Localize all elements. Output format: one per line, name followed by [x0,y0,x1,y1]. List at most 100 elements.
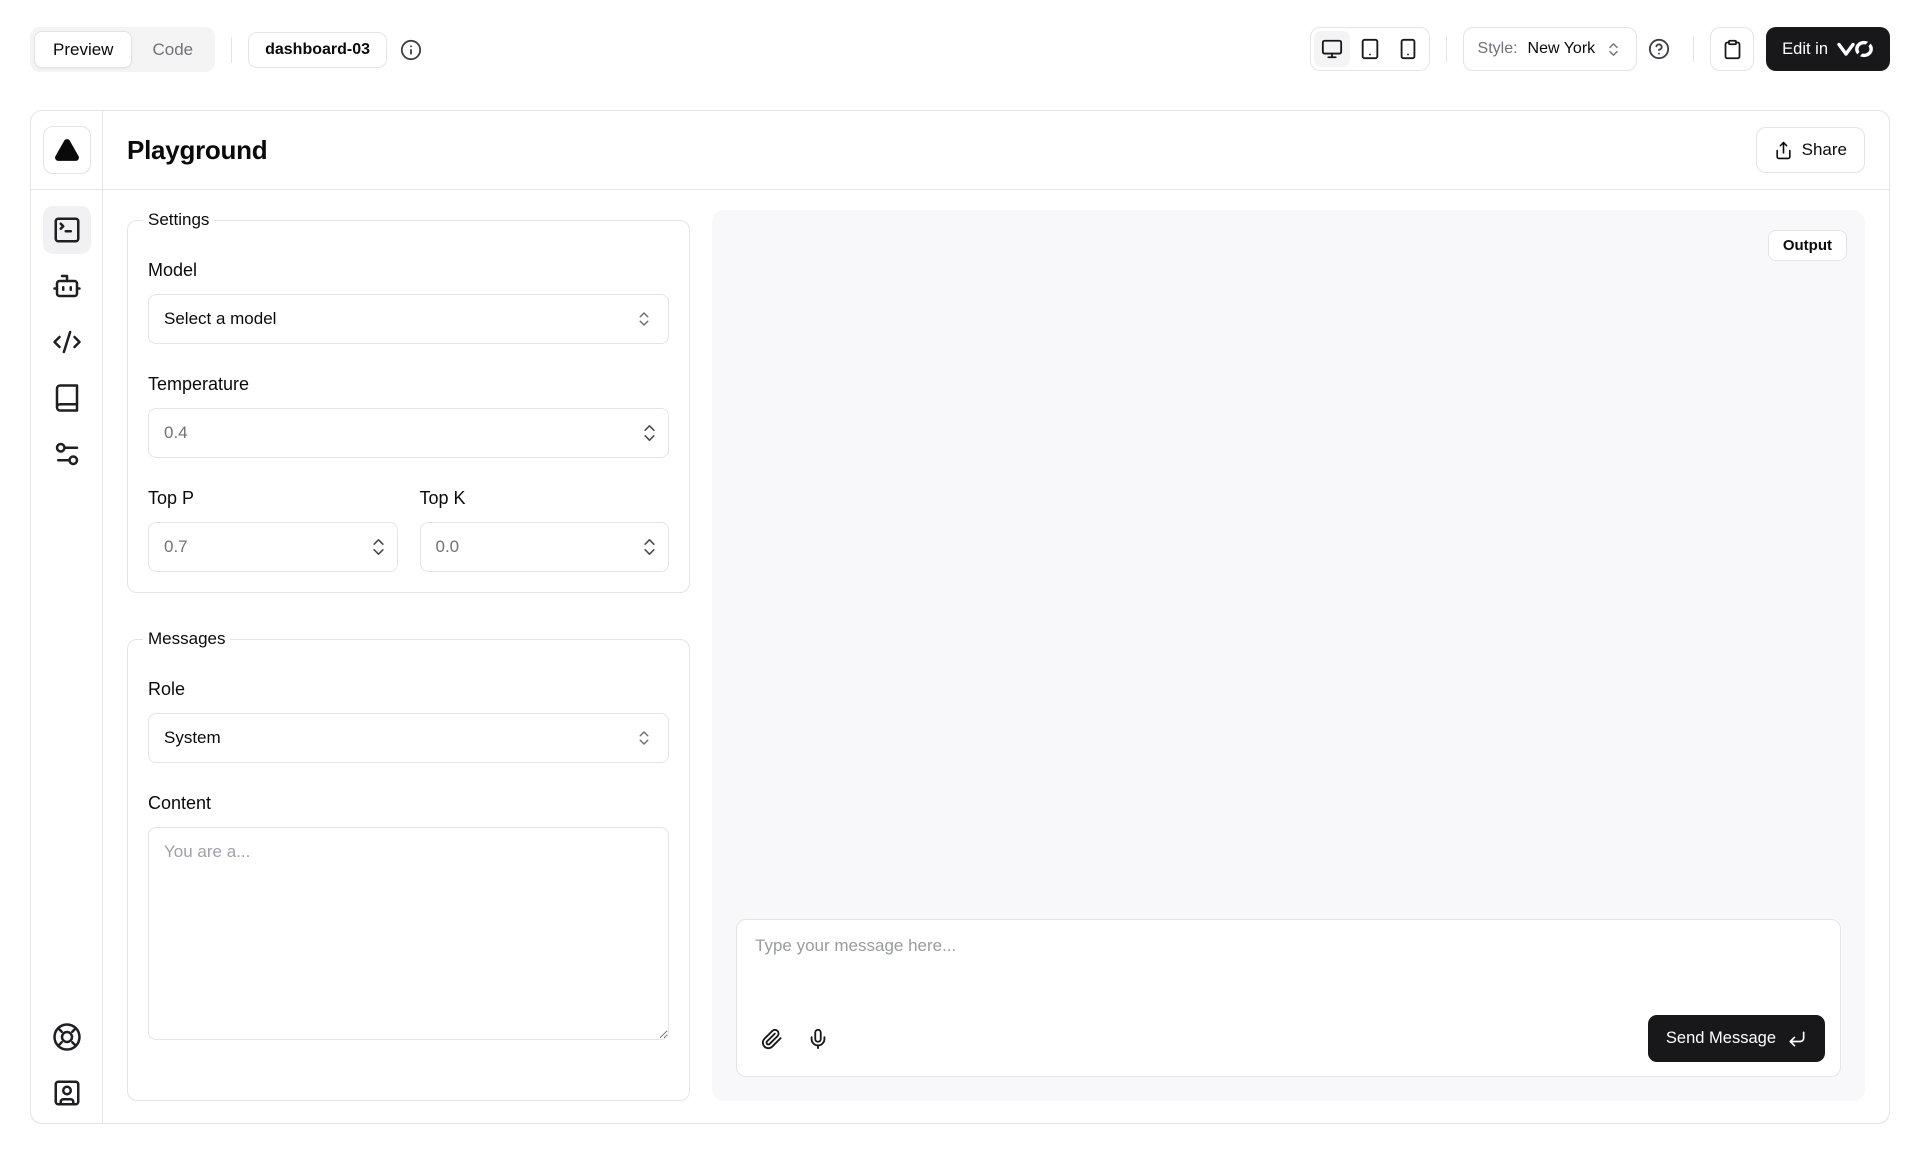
page-title: Playground [127,135,267,166]
role-field: Role System [148,679,669,763]
style-select[interactable]: Style: New York [1463,27,1638,71]
temperature-input[interactable] [148,408,669,458]
sidebar-nav-bottom [43,1013,91,1123]
edit-in-v0-button[interactable]: Edit in [1766,27,1890,71]
device-toggle-group [1310,27,1430,71]
block-name-badge: dashboard-03 [248,32,387,68]
clipboard-icon [1722,39,1743,60]
sidebar-nav [43,190,91,478]
help-circle-icon [1648,38,1670,60]
copy-code-button[interactable] [1710,27,1754,71]
life-buoy-icon [52,1022,82,1052]
top-p-k-row: Top P Top K [148,488,669,572]
tablet-view-button[interactable] [1352,31,1388,67]
number-stepper-icon[interactable] [643,538,656,556]
role-select-value: System [164,728,221,748]
sidebar-item-account[interactable] [43,1069,91,1117]
triangle-logo-icon [54,137,80,163]
temperature-field: Temperature [148,374,669,458]
settings-form: Settings Model Select a model Temperatur… [127,210,690,1101]
temperature-input-wrap [148,408,669,458]
preview-card: Playground Share Settings Model Select a… [30,110,1890,1124]
model-label: Model [148,260,669,281]
chevrons-up-down-icon [1605,41,1622,58]
share-button-label: Share [1802,140,1847,160]
info-icon [400,39,422,61]
style-help-button[interactable] [1641,31,1677,67]
toolbar-left: Preview Code dashboard-03 [30,27,429,72]
send-message-button[interactable]: Send Message [1648,1015,1825,1062]
toolbar-divider [1446,36,1447,62]
message-input[interactable] [737,920,1840,1015]
v0-logo-icon [1837,39,1874,59]
paperclip-icon [761,1028,783,1050]
toolbar-right: Style: New York Edit in [1310,27,1890,71]
output-panel: Output [712,210,1865,1101]
sidebar-item-settings[interactable] [43,430,91,478]
tab-code[interactable]: Code [134,31,211,68]
monitor-icon [1321,38,1343,60]
number-stepper-icon[interactable] [643,424,656,442]
settings-sliders-icon [52,439,82,469]
sidebar-item-models[interactable] [43,262,91,310]
share-button[interactable]: Share [1756,127,1865,173]
bot-icon [52,271,82,301]
top-k-field: Top K [420,488,670,572]
output-badge: Output [1768,230,1847,261]
top-p-label: Top P [148,488,398,509]
book-icon [52,383,82,413]
style-select-value: New York [1528,40,1596,58]
tab-preview[interactable]: Preview [34,31,132,68]
edit-in-v0-label: Edit in [1782,40,1828,59]
content-area: Playground Share Settings Model Select a… [103,111,1889,1123]
model-select-value: Select a model [164,309,276,329]
page-header: Playground Share [103,111,1889,190]
chevrons-up-down-icon [635,310,653,328]
attach-file-button[interactable] [752,1019,792,1059]
number-stepper-icon[interactable] [372,538,385,556]
phone-view-button[interactable] [1390,31,1426,67]
model-select[interactable]: Select a model [148,294,669,344]
square-user-icon [52,1078,82,1108]
use-microphone-button[interactable] [798,1019,838,1059]
toolbar-divider [1693,36,1694,62]
content-field: Content [148,793,669,1045]
messages-fieldset: Messages Role System Content [127,629,690,1101]
chevrons-up-down-icon [635,729,653,747]
top-k-input-wrap [420,522,670,572]
smartphone-icon [1397,38,1419,60]
content-textarea[interactable] [148,827,669,1040]
top-k-input[interactable] [420,522,670,572]
toolbar-divider [231,37,232,63]
top-toolbar: Preview Code dashboard-03 [0,0,1920,110]
model-field: Model Select a model [148,260,669,344]
top-p-field: Top P [148,488,398,572]
top-k-label: Top K [420,488,670,509]
share-icon [1774,141,1793,160]
settings-fieldset: Settings Model Select a model Temperatur… [127,210,690,593]
settings-legend: Settings [143,210,214,230]
view-toggle: Preview Code [30,27,215,72]
sidebar-item-api[interactable] [43,318,91,366]
desktop-view-button[interactable] [1314,31,1350,67]
role-label: Role [148,679,669,700]
role-select[interactable]: System [148,713,669,763]
block-info-button[interactable] [393,32,429,68]
messages-legend: Messages [143,629,230,649]
top-p-input-wrap [148,522,398,572]
sidebar-item-documentation[interactable] [43,374,91,422]
send-message-label: Send Message [1666,1029,1776,1048]
home-logo-button[interactable] [43,126,91,174]
square-terminal-icon [52,215,82,245]
sidebar-item-help[interactable] [43,1013,91,1061]
composer-toolbar: Send Message [737,1015,1840,1076]
main: Settings Model Select a model Temperatur… [103,190,1889,1123]
tablet-icon [1359,38,1381,60]
mic-icon [807,1028,829,1050]
code-xml-icon [52,327,82,357]
sidebar-item-playground[interactable] [43,206,91,254]
message-composer: Send Message [736,919,1841,1077]
top-p-input[interactable] [148,522,398,572]
content-label: Content [148,793,669,814]
logo-row [31,111,102,190]
